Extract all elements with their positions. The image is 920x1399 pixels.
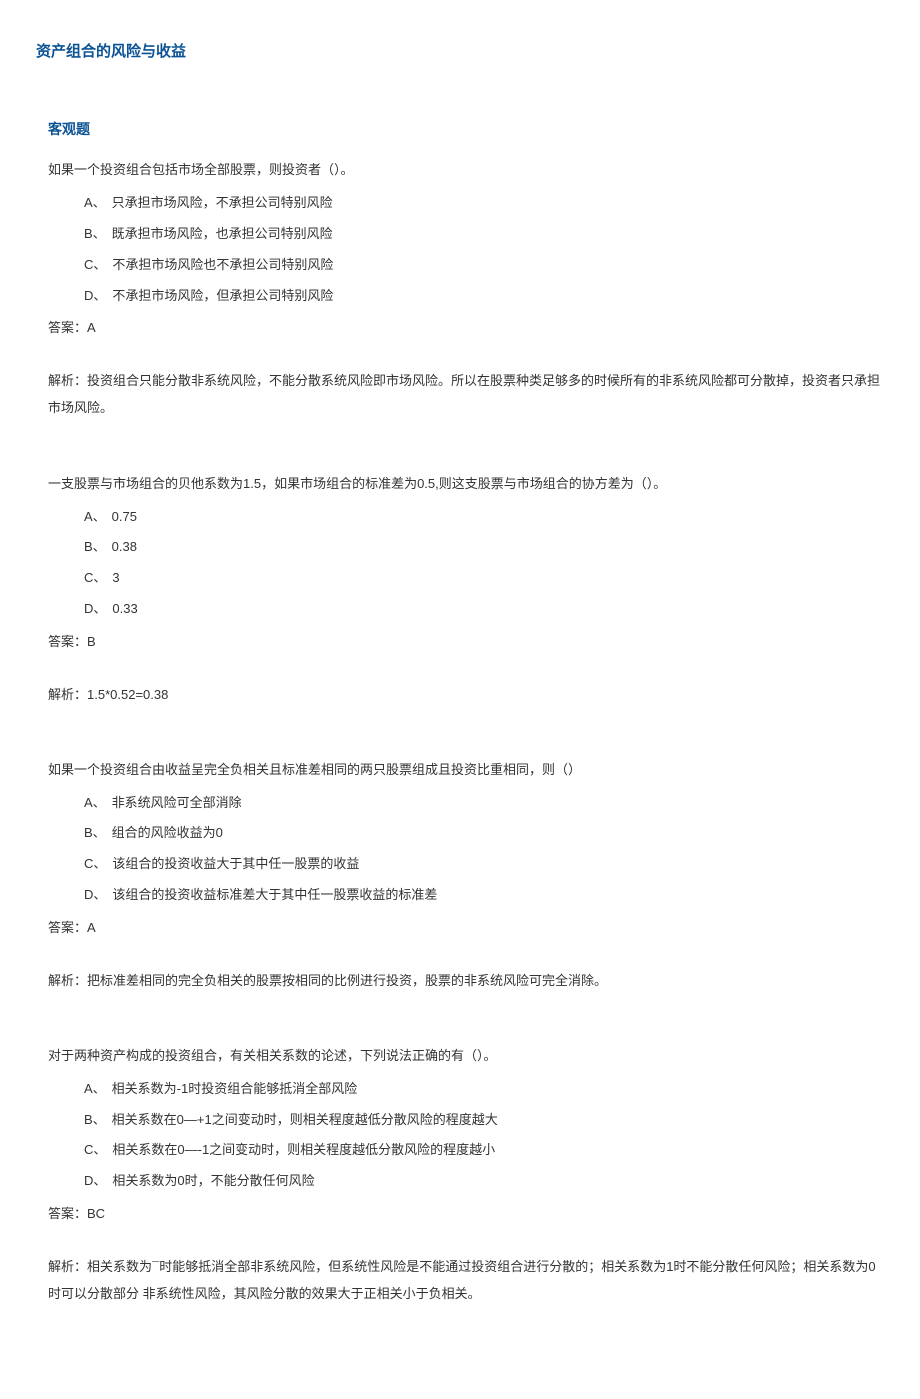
answer-label: 答案：	[48, 320, 87, 335]
option-letter: A、	[84, 1081, 106, 1096]
answer-label: 答案：	[48, 920, 87, 935]
option-c: C、不承担市场风险也不承担公司特别风险	[84, 255, 884, 276]
option-letter: D、	[84, 601, 106, 616]
option-a: A、只承担市场风险，不承担公司特别风险	[84, 193, 884, 214]
answer-row: 答案：B	[48, 632, 884, 653]
answer-row: 答案：A	[48, 318, 884, 339]
option-d: D、该组合的投资收益标准差大于其中任一股票收益的标准差	[84, 885, 884, 906]
option-text: 不承担市场风险也不承担公司特别风险	[112, 257, 333, 272]
answer-value: A	[87, 920, 96, 935]
option-letter: D、	[84, 887, 106, 902]
option-a: A、非系统风险可全部消除	[84, 793, 884, 814]
analysis-text: 把标准差相同的完全负相关的股票按相同的比例进行投资，股票的非系统风险可完全消除。	[87, 973, 607, 988]
option-letter: D、	[84, 1173, 106, 1188]
option-text: 0.33	[112, 601, 137, 616]
option-text: 既承担市场风险，也承担公司特别风险	[112, 226, 333, 241]
option-text: 非系统风险可全部消除	[112, 795, 242, 810]
answer-row: 答案：A	[48, 918, 884, 939]
analysis-row: 解析：把标准差相同的完全负相关的股票按相同的比例进行投资，股票的非系统风险可完全…	[48, 967, 884, 994]
option-letter: C、	[84, 1142, 106, 1157]
option-d: D、 0.33	[84, 599, 884, 620]
option-c: C、相关系数在0—-1之间变动时，则相关程度越低分散风险的程度越小	[84, 1140, 884, 1161]
analysis-row: 解析：1.5*0.52=0.38	[48, 681, 884, 708]
analysis-text: 投资组合只能分散非系统风险，不能分散系统风险即市场风险。所以在股票种类足够多的时…	[48, 373, 880, 415]
option-text: 该组合的投资收益大于其中任一股票的收益	[112, 856, 359, 871]
options-list: A、 0.75 B、 0.38 C、 3 D、 0.33	[84, 507, 884, 620]
question-block: 如果一个投资组合包括市场全部股票，则投资者（）。 A、只承担市场风险，不承担公司…	[48, 160, 884, 421]
option-text: 3	[112, 570, 119, 585]
option-a: A、相关系数为-1时投资组合能够抵消全部风险	[84, 1079, 884, 1100]
question-block: 对于两种资产构成的投资组合，有关相关系数的论述，下列说法正确的有（）。 A、相关…	[48, 1046, 884, 1307]
option-text: 0.38	[112, 539, 137, 554]
analysis-label: 解析：	[48, 1259, 87, 1274]
options-list: A、只承担市场风险，不承担公司特别风险 B、既承担市场风险，也承担公司特别风险 …	[84, 193, 884, 306]
answer-value: B	[87, 634, 96, 649]
page-title: 资产组合的风险与收益	[36, 40, 884, 64]
answer-value: BC	[87, 1206, 105, 1221]
analysis-row: 解析：相关系数为¯时能够抵消全部非系统风险，但系统性风险是不能通过投资组合进行分…	[48, 1253, 884, 1308]
option-letter: D、	[84, 288, 106, 303]
option-text: 组合的风险收益为0	[112, 825, 223, 840]
analysis-text: 1.5*0.52=0.38	[87, 687, 168, 702]
option-letter: B、	[84, 1112, 106, 1127]
option-letter: B、	[84, 825, 106, 840]
option-d: D、相关系数为0时，不能分散任何风险	[84, 1171, 884, 1192]
analysis-label: 解析：	[48, 687, 87, 702]
option-text: 不承担市场风险，但承担公司特别风险	[112, 288, 333, 303]
option-text: 相关系数为-1时投资组合能够抵消全部风险	[112, 1081, 358, 1096]
question-stem: 对于两种资产构成的投资组合，有关相关系数的论述，下列说法正确的有（）。	[48, 1046, 884, 1067]
answer-row: 答案：BC	[48, 1204, 884, 1225]
option-text: 只承担市场风险，不承担公司特别风险	[112, 195, 333, 210]
option-b: B、组合的风险收益为0	[84, 823, 884, 844]
option-text: 0.75	[112, 509, 137, 524]
question-block: 一支股票与市场组合的贝他系数为1.5，如果市场组合的标准差为0.5,则这支股票与…	[48, 474, 884, 708]
question-stem: 如果一个投资组合由收益呈完全负相关且标准差相同的两只股票组成且投资比重相同，则（…	[48, 760, 884, 781]
option-letter: B、	[84, 226, 106, 241]
option-c: C、该组合的投资收益大于其中任一股票的收益	[84, 854, 884, 875]
section-title: 客观题	[48, 118, 884, 140]
option-text: 相关系数为0时，不能分散任何风险	[112, 1173, 314, 1188]
option-letter: C、	[84, 257, 106, 272]
option-a: A、 0.75	[84, 507, 884, 528]
options-list: A、非系统风险可全部消除 B、组合的风险收益为0 C、该组合的投资收益大于其中任…	[84, 793, 884, 906]
option-d: D、不承担市场风险，但承担公司特别风险	[84, 286, 884, 307]
analysis-label: 解析：	[48, 373, 87, 388]
option-letter: A、	[84, 195, 106, 210]
option-b: B、 0.38	[84, 537, 884, 558]
answer-label: 答案：	[48, 634, 87, 649]
option-letter: A、	[84, 509, 106, 524]
option-letter: B、	[84, 539, 106, 554]
analysis-text: 相关系数为¯时能够抵消全部非系统风险，但系统性风险是不能通过投资组合进行分散的；…	[48, 1259, 876, 1301]
option-letter: C、	[84, 570, 106, 585]
question-stem: 一支股票与市场组合的贝他系数为1.5，如果市场组合的标准差为0.5,则这支股票与…	[48, 474, 884, 495]
question-block: 如果一个投资组合由收益呈完全负相关且标准差相同的两只股票组成且投资比重相同，则（…	[48, 760, 884, 994]
analysis-label: 解析：	[48, 973, 87, 988]
question-stem: 如果一个投资组合包括市场全部股票，则投资者（）。	[48, 160, 884, 181]
option-b: B、相关系数在0—+1之间变动时，则相关程度越低分散风险的程度越大	[84, 1110, 884, 1131]
answer-value: A	[87, 320, 96, 335]
option-text: 相关系数在0—+1之间变动时，则相关程度越低分散风险的程度越大	[112, 1112, 498, 1127]
option-b: B、既承担市场风险，也承担公司特别风险	[84, 224, 884, 245]
answer-label: 答案：	[48, 1206, 87, 1221]
option-letter: A、	[84, 795, 106, 810]
option-text: 相关系数在0—-1之间变动时，则相关程度越低分散风险的程度越小	[112, 1142, 495, 1157]
option-text: 该组合的投资收益标准差大于其中任一股票收益的标准差	[112, 887, 437, 902]
option-c: C、 3	[84, 568, 884, 589]
analysis-row: 解析：投资组合只能分散非系统风险，不能分散系统风险即市场风险。所以在股票种类足够…	[48, 367, 884, 422]
option-letter: C、	[84, 856, 106, 871]
options-list: A、相关系数为-1时投资组合能够抵消全部风险 B、相关系数在0—+1之间变动时，…	[84, 1079, 884, 1192]
